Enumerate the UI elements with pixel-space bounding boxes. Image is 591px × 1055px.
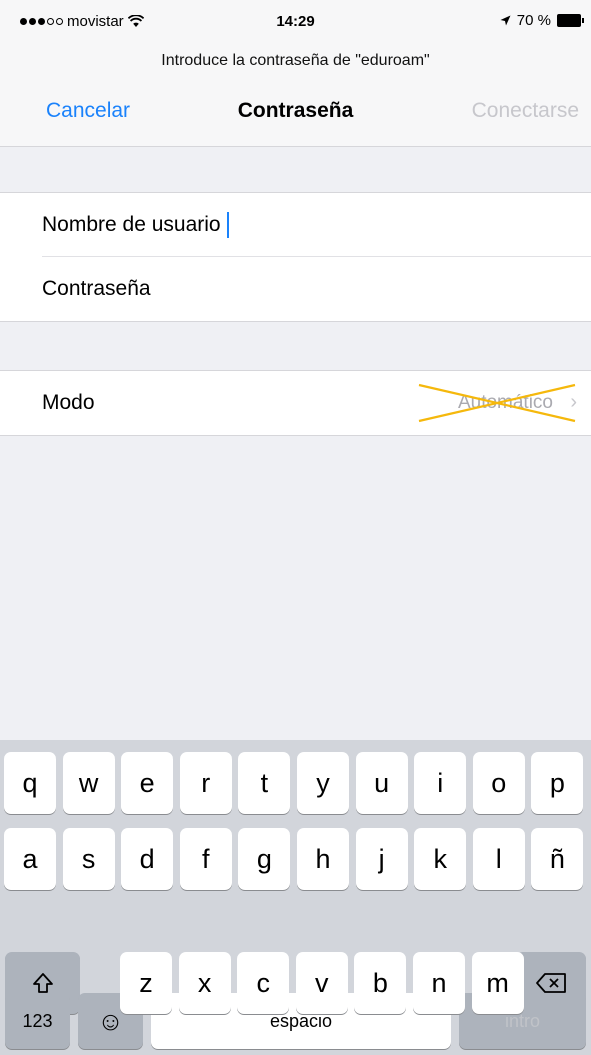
- username-field[interactable]: Nombre de usuario: [0, 212, 229, 238]
- key-q[interactable]: q: [4, 752, 56, 814]
- status-right: 70 %: [500, 12, 584, 29]
- key-b[interactable]: b: [354, 952, 407, 1014]
- mode-value: Automático: [457, 392, 553, 413]
- key-p[interactable]: p: [531, 752, 584, 814]
- key-o[interactable]: o: [472, 752, 525, 814]
- shift-arrow-icon: [32, 973, 53, 993]
- location-arrow-icon: [500, 15, 511, 26]
- text-cursor: [226, 212, 229, 238]
- mode-label: Modo: [42, 391, 95, 414]
- key-n[interactable]: n: [413, 952, 465, 1014]
- password-row[interactable]: Contraseña: [0, 257, 591, 321]
- key-c[interactable]: c: [237, 952, 290, 1014]
- credentials-group: Nombre de usuario Contraseña: [0, 192, 591, 322]
- password-prompt: Introduce la contraseña de "eduroam": [161, 52, 430, 69]
- key-j[interactable]: j: [355, 828, 408, 890]
- key-r[interactable]: r: [179, 752, 232, 814]
- key-k[interactable]: k: [414, 828, 467, 890]
- key-m[interactable]: m: [471, 952, 524, 1014]
- status-bar: movistar 14:29 70 %: [0, 0, 591, 46]
- keyboard: 123 ☺ espacio intro qwertyuiopasdfghjklñ…: [0, 740, 591, 1055]
- key-a[interactable]: a: [4, 828, 56, 890]
- key-ñ[interactable]: ñ: [531, 828, 584, 890]
- key-w[interactable]: w: [62, 752, 115, 814]
- key-l[interactable]: l: [472, 828, 525, 890]
- connect-button[interactable]: Conectarse: [472, 99, 579, 123]
- password-label: Contraseña: [42, 277, 151, 300]
- key-g[interactable]: g: [238, 828, 291, 890]
- key-d[interactable]: d: [121, 828, 174, 890]
- navigation-header: Introduce la contraseña de "eduroam" Can…: [0, 46, 591, 147]
- key-s[interactable]: s: [62, 828, 115, 890]
- password-field[interactable]: Contraseña: [0, 277, 151, 301]
- battery-icon: [557, 14, 584, 27]
- key-x[interactable]: x: [178, 952, 231, 1014]
- username-label: Nombre de usuario: [42, 213, 221, 236]
- key-f[interactable]: f: [179, 828, 232, 890]
- key-i[interactable]: i: [414, 752, 467, 814]
- key-y[interactable]: y: [297, 752, 349, 814]
- chevron-right-icon: ›: [570, 391, 577, 413]
- username-row[interactable]: Nombre de usuario: [0, 193, 591, 257]
- key-h[interactable]: h: [297, 828, 349, 890]
- key-e[interactable]: e: [121, 752, 174, 814]
- battery-percentage: 70 %: [516, 12, 551, 29]
- numbers-key[interactable]: 123: [5, 993, 70, 1049]
- key-u[interactable]: u: [355, 752, 408, 814]
- mode-row[interactable]: Modo Automático ›: [0, 370, 591, 436]
- key-t[interactable]: t: [238, 752, 291, 814]
- backspace-icon: [536, 973, 566, 993]
- key-v[interactable]: v: [295, 952, 348, 1014]
- key-z[interactable]: z: [120, 952, 172, 1014]
